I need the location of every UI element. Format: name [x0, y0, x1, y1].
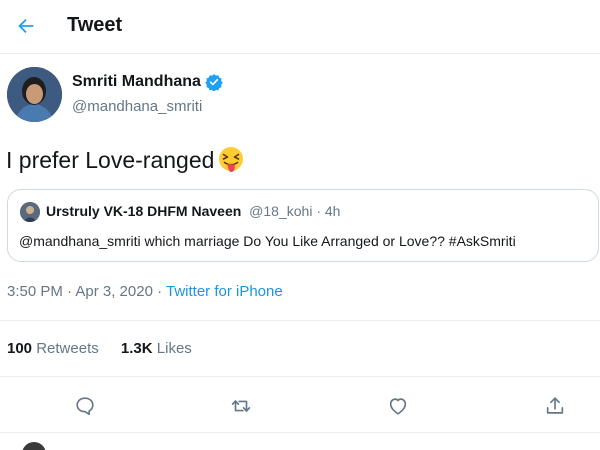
squinting-tongue-emoji-icon	[216, 145, 246, 175]
divider	[0, 432, 600, 433]
retweet-button[interactable]	[226, 394, 256, 418]
divider	[0, 376, 600, 377]
verified-badge-icon	[205, 73, 223, 91]
tweet-meta: 3:50 PM · Apr 3, 2020 · Twitter for iPho…	[7, 283, 283, 300]
reply-button[interactable]	[70, 394, 100, 418]
page-title: Tweet	[67, 14, 123, 36]
author-avatar[interactable]	[7, 67, 62, 122]
quoted-author-avatar	[20, 202, 40, 222]
retweets-stat[interactable]: 100 Retweets	[7, 340, 99, 357]
like-icon	[389, 398, 407, 415]
engagement-stats: 100 Retweets 1.3K Likes	[7, 340, 192, 357]
quoted-text: @mandhana_smriti which marriage Do You L…	[19, 233, 516, 249]
retweets-label: Retweets	[36, 340, 99, 357]
author-display-name[interactable]: Smriti Mandhana	[72, 73, 201, 91]
retweets-count: 100	[7, 340, 33, 357]
tweet-body: I prefer Love-ranged	[6, 146, 215, 173]
likes-stat[interactable]: 1.3K Likes	[121, 340, 192, 357]
share-button[interactable]	[540, 394, 570, 418]
back-button[interactable]	[10, 10, 42, 42]
tweet-text: I prefer Love-ranged	[6, 145, 246, 175]
quoted-header: Urstruly VK-18 DHFM Naveen @18_kohi · 4h	[46, 203, 340, 219]
tweet-timestamp[interactable]: 3:50 PM · Apr 3, 2020 ·	[7, 283, 166, 300]
likes-count: 1.3K	[120, 340, 153, 357]
back-arrow-icon	[18, 18, 34, 34]
like-button[interactable]	[383, 394, 413, 418]
reply-icon	[76, 397, 94, 416]
quoted-author-name: Urstruly VK-18 DHFM Naveen	[46, 203, 242, 219]
tweet-source-link[interactable]: Twitter for iPhone	[166, 283, 283, 300]
top-bar: Tweet	[0, 0, 600, 54]
author-name[interactable]: Smriti Mandhana	[72, 73, 223, 91]
likes-label: Likes	[156, 340, 192, 357]
divider	[0, 320, 600, 321]
quoted-tweet[interactable]: Urstruly VK-18 DHFM Naveen @18_kohi · 4h…	[7, 189, 599, 262]
author-handle[interactable]: @mandhana_smriti	[72, 98, 202, 115]
retweet-icon	[231, 400, 251, 412]
share-icon	[546, 397, 564, 414]
reply-author-avatar[interactable]	[22, 442, 46, 450]
quoted-author-handle: @18_kohi · 4h	[249, 203, 341, 219]
